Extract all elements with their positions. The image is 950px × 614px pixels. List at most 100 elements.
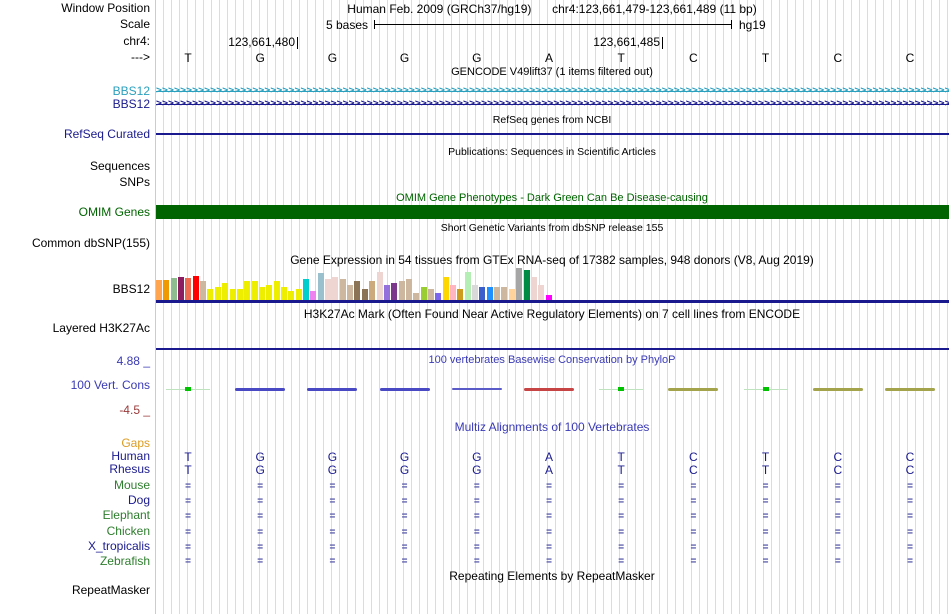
track-label-omim-genes[interactable]: OMIM Genes	[0, 206, 150, 219]
multiz-species-label-chicken[interactable]: Chicken	[0, 525, 150, 538]
phylop-mark-olive[interactable]	[812, 388, 863, 391]
scale-bar-left-tick	[374, 20, 375, 29]
h3k27ac-baseline[interactable]	[156, 348, 949, 350]
refseq-curated-line[interactable]	[156, 133, 949, 135]
gtex-expression-bar[interactable]	[214, 287, 221, 300]
omim-gene-bar[interactable]	[156, 205, 949, 219]
gtex-expression-bar[interactable]	[192, 276, 199, 300]
multiz-species-label-zebrafish[interactable]: Zebrafish	[0, 555, 150, 568]
gtex-expression-bar[interactable]	[442, 277, 449, 300]
gtex-expression-bar[interactable]	[325, 279, 332, 300]
phylop-mark-blue[interactable]	[235, 388, 286, 391]
gtex-expression-bar[interactable]	[361, 289, 368, 300]
gtex-expression-bar[interactable]	[280, 287, 287, 300]
gtex-expression-bar[interactable]	[288, 291, 295, 300]
multiz-alignment-cell: G	[472, 463, 482, 477]
track-label-snps[interactable]: SNPs	[0, 176, 150, 189]
gtex-expression-bar[interactable]	[376, 272, 383, 300]
gtex-track-title: Gene Expression in 54 tissues from GTEx …	[290, 253, 814, 267]
gtex-expression-bar[interactable]	[244, 281, 251, 300]
gtex-expression-bar[interactable]	[523, 270, 530, 300]
gtex-expression-bar[interactable]	[295, 289, 302, 300]
multiz-species-label-rhesus[interactable]: Rhesus	[0, 463, 150, 476]
gtex-expression-bar[interactable]	[427, 289, 434, 300]
phylop-mark-red[interactable]	[524, 388, 574, 391]
gtex-expression-bar[interactable]	[347, 285, 354, 300]
multiz-species-label-mouse[interactable]: Mouse	[0, 479, 150, 492]
track-label-gtex-bbs12[interactable]: BBS12	[0, 283, 150, 296]
gtex-expression-bar[interactable]	[354, 281, 361, 300]
multiz-species-label-dog[interactable]: Dog	[0, 494, 150, 507]
gtex-expression-bar[interactable]	[450, 285, 456, 300]
gtex-expression-bar[interactable]	[170, 278, 177, 300]
gtex-expression-bar[interactable]	[258, 287, 265, 300]
phylop-mark-blue_thin[interactable]	[451, 388, 502, 390]
gtex-expression-bar[interactable]	[332, 277, 339, 300]
multiz-alignment-cell: =	[690, 527, 697, 538]
gtex-expression-bar[interactable]	[178, 277, 185, 300]
track-label-gencode-bbs12[interactable]: BBS12	[0, 98, 150, 111]
gtex-expression-bar[interactable]	[508, 289, 515, 300]
gtex-expression-bar[interactable]	[516, 268, 523, 300]
track-label-layered-h3k27ac[interactable]: Layered H3K27Ac	[0, 322, 150, 335]
gtex-expression-bar[interactable]	[185, 278, 192, 300]
gtex-baseline[interactable]	[156, 300, 949, 303]
strand-direction-arrow: --->	[131, 50, 150, 64]
gtex-expression-bar[interactable]	[383, 285, 390, 300]
gtex-expression-bar[interactable]	[229, 289, 236, 300]
phylop-mark-olive[interactable]	[668, 388, 719, 391]
multiz-alignment-cell: =	[257, 542, 264, 553]
gtex-expression-bar[interactable]	[472, 285, 479, 300]
phylop-mark-blue[interactable]	[379, 388, 430, 391]
phylop-mark-positive[interactable]	[762, 387, 769, 391]
gtex-expression-bar[interactable]	[207, 289, 214, 300]
track-label-common-dbsnp[interactable]: Common dbSNP(155)	[0, 237, 150, 250]
multiz-species-label-elephant[interactable]: Elephant	[0, 509, 150, 522]
gtex-expression-bar[interactable]	[273, 281, 280, 300]
gtex-expression-bar[interactable]	[303, 279, 309, 300]
gtex-expression-bar[interactable]	[391, 283, 398, 300]
multiz-alignment-cell: =	[618, 527, 625, 538]
gtex-expression-bar[interactable]	[405, 279, 412, 300]
track-label-repeatmasker[interactable]: RepeatMasker	[0, 584, 150, 597]
track-label-100-vert-cons[interactable]: 100 Vert. Cons	[0, 379, 150, 392]
multiz-alignment-cell: =	[907, 556, 913, 567]
gtex-expression-bar[interactable]	[251, 281, 258, 300]
gtex-expression-bar[interactable]	[222, 283, 229, 300]
gtex-expression-bar[interactable]	[479, 287, 486, 300]
gtex-expression-bar[interactable]	[200, 281, 207, 300]
gtex-expression-bar[interactable]	[494, 287, 501, 300]
gtex-expression-bar[interactable]	[398, 281, 405, 300]
gtex-expression-bar[interactable]	[310, 291, 317, 300]
gtex-expression-bar[interactable]	[486, 287, 493, 300]
phylop-mark-blue[interactable]	[307, 388, 358, 391]
track-label-refseq-curated[interactable]: RefSeq Curated	[0, 128, 150, 141]
gencode-transcript-arrows[interactable]: >>>>>>>>>>>>>>>>>>>>>>>>>>>>>>>>>>>>>>>>…	[156, 85, 949, 97]
phylop-mark-positive[interactable]	[185, 387, 191, 391]
gtex-expression-bar[interactable]	[156, 280, 162, 300]
ruler-base-letter: G	[327, 51, 338, 65]
gtex-expression-bar[interactable]	[163, 280, 170, 300]
gtex-expression-bar[interactable]	[530, 277, 537, 300]
phylop-mark-positive[interactable]	[618, 387, 625, 391]
gtex-expression-bar[interactable]	[464, 272, 471, 300]
gtex-expression-bar[interactable]	[317, 273, 324, 300]
gtex-expression-bar[interactable]	[420, 287, 427, 300]
track-label-sequences[interactable]: Sequences	[0, 160, 150, 173]
phylop-mark-olive[interactable]	[885, 388, 935, 391]
gtex-expression-bar[interactable]	[266, 285, 273, 300]
multiz-species-label-x_tropicalis[interactable]: X_tropicalis	[0, 540, 150, 553]
gtex-expression-bar[interactable]	[545, 295, 552, 300]
multiz-alignment-cell: =	[185, 496, 191, 507]
gencode-transcript-arrows[interactable]: >>>>>>>>>>>>>>>>>>>>>>>>>>>>>>>>>>>>>>>>…	[156, 98, 949, 110]
gtex-expression-bar[interactable]	[457, 289, 464, 300]
gtex-expression-bar[interactable]	[413, 293, 420, 300]
gtex-expression-bar[interactable]	[369, 281, 376, 300]
scale-bar-right-tick	[731, 20, 732, 29]
gtex-expression-bar[interactable]	[339, 279, 346, 300]
gtex-expression-bar[interactable]	[538, 285, 545, 300]
gtex-expression-bar[interactable]	[236, 289, 243, 300]
gtex-expression-bar[interactable]	[501, 287, 508, 300]
gtex-expression-bar[interactable]	[435, 293, 442, 300]
conservation-max-value: 4.88 _	[116, 354, 150, 368]
